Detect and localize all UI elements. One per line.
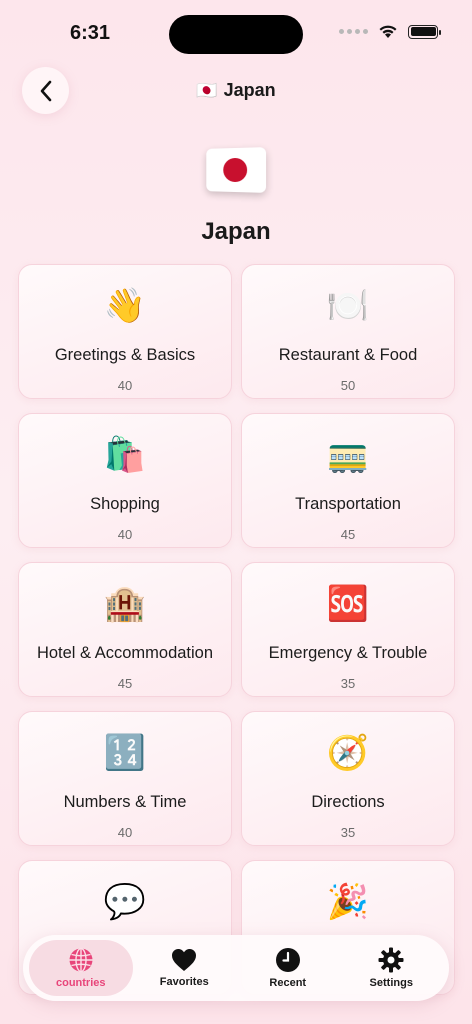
category-count: 40 — [117, 825, 133, 840]
category-label: Restaurant & Food — [278, 346, 418, 364]
globe-icon — [69, 947, 93, 973]
shopping-bags-icon: 🛍️ — [103, 436, 147, 474]
category-count: 40 — [117, 378, 133, 393]
category-count: 40 — [117, 527, 133, 542]
plate-cutlery-icon: 🍽️ — [326, 287, 370, 325]
category-label: Emergency & Trouble — [268, 644, 428, 662]
category-card-numbers[interactable]: 🔢 Numbers & Time 40 — [18, 711, 232, 846]
tab-countries[interactable]: countries — [29, 940, 133, 996]
category-label: Transportation — [295, 495, 401, 513]
tram-icon: 🚃 — [326, 436, 370, 474]
category-count: 45 — [340, 527, 356, 542]
category-count: 45 — [117, 676, 133, 691]
dynamic-island — [169, 15, 303, 54]
tab-favorites[interactable]: Favorites — [133, 940, 237, 996]
waving-hand-icon: 👋 — [103, 287, 147, 325]
category-card-directions[interactable]: 🧭 Directions 35 — [241, 711, 455, 846]
nav-title: 🇯🇵 Japan — [0, 80, 472, 101]
heart-icon — [172, 949, 197, 971]
tab-label: Recent — [269, 977, 307, 989]
category-label: Shopping — [90, 495, 160, 513]
japan-flag-icon: 🇯🇵 — [196, 81, 218, 100]
category-label: Greetings & Basics — [54, 346, 196, 364]
cellular-signal-icon — [339, 29, 368, 34]
tab-label: Settings — [369, 977, 413, 989]
category-card-shopping[interactable]: 🛍️ Shopping 40 — [18, 413, 232, 548]
category-card-emergency[interactable]: 🆘 Emergency & Trouble 35 — [241, 562, 455, 697]
category-label: Hotel & Accommodation — [36, 644, 214, 662]
category-count: 50 — [340, 378, 356, 393]
japan-flag-icon — [206, 147, 267, 193]
category-count: 35 — [340, 676, 356, 691]
tab-label: Favorites — [159, 976, 209, 988]
battery-icon — [408, 24, 441, 39]
status-time: 6:31 — [70, 22, 111, 44]
page-title: Japan — [201, 218, 271, 245]
tab-settings[interactable]: Settings — [340, 940, 444, 996]
party-popper-icon: 🎉 — [326, 883, 370, 921]
tab-bar: countries Favorites Recent Settings — [23, 935, 449, 1001]
sos-icon: 🆘 — [326, 585, 370, 623]
category-label: Directions — [311, 793, 385, 811]
status-icons — [339, 24, 441, 39]
wifi-icon — [379, 25, 397, 38]
category-card-transportation[interactable]: 🚃 Transportation 45 — [241, 413, 455, 548]
numbers-icon: 🔢 — [103, 734, 147, 772]
tab-label: countries — [55, 977, 106, 989]
category-label: Numbers & Time — [63, 793, 187, 811]
clock-icon — [275, 948, 300, 972]
category-card-hotel[interactable]: 🏨 Hotel & Accommodation 45 — [18, 562, 232, 697]
gear-icon — [378, 947, 404, 973]
tab-recent[interactable]: Recent — [236, 940, 340, 996]
compass-icon: 🧭 — [326, 734, 370, 772]
category-card-restaurant[interactable]: 🍽️ Restaurant & Food 50 — [241, 264, 455, 399]
category-grid: 👋 Greetings & Basics 40 🍽️ Restaurant & … — [18, 264, 455, 995]
status-bar: 6:31 — [0, 0, 472, 70]
category-card-greetings[interactable]: 👋 Greetings & Basics 40 — [18, 264, 232, 399]
nav-title-text: Japan — [223, 80, 276, 100]
speech-bubble-icon: 💬 — [103, 883, 147, 921]
hotel-icon: 🏨 — [103, 585, 147, 623]
category-count: 35 — [340, 825, 356, 840]
